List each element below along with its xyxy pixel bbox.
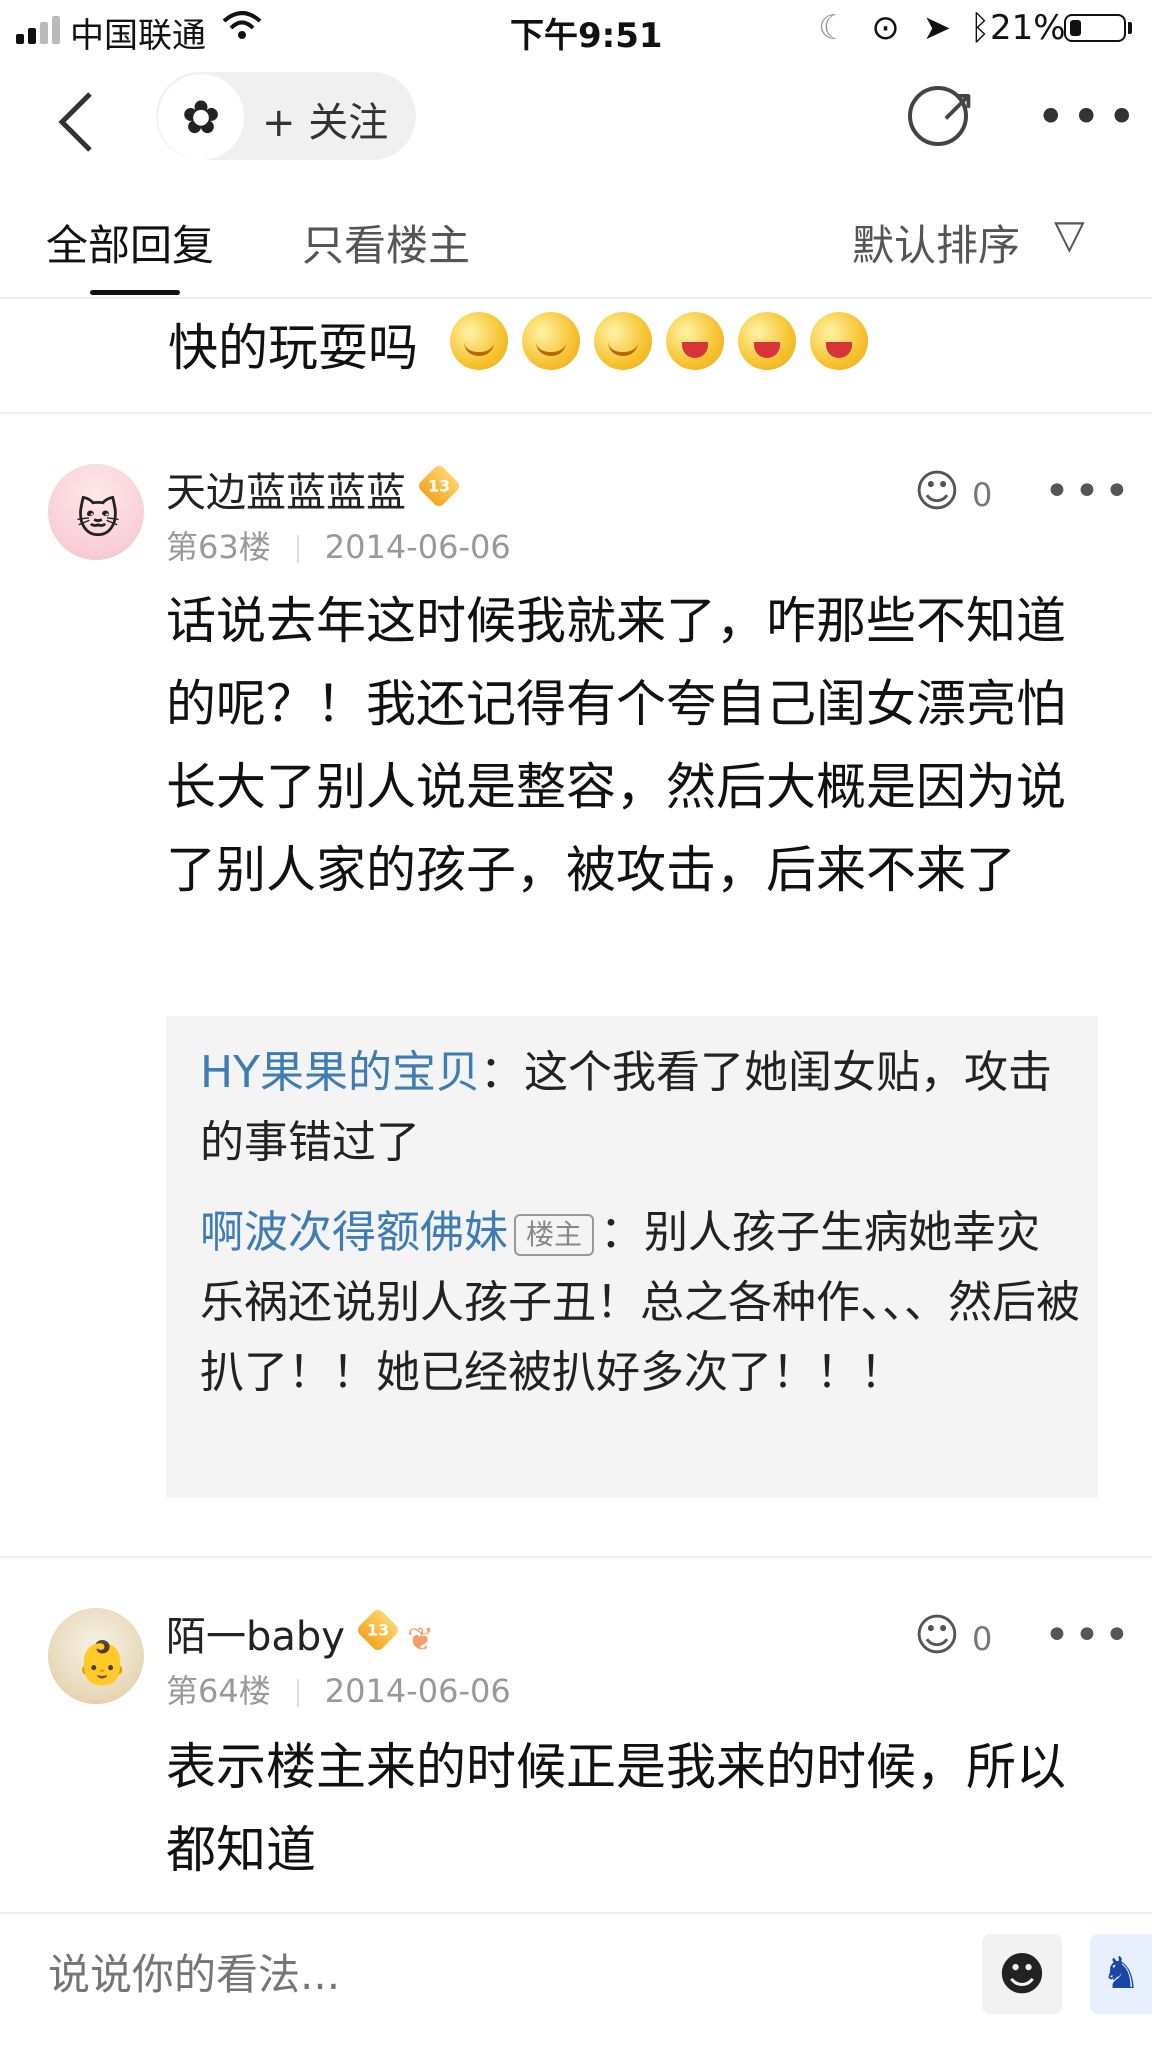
sub-reply[interactable]: 啊波次得额佛妹 楼主 ：别人孩子生病她幸灾乐祸还说别人孩子丑！总之各种作、、、然后被…	[200, 1198, 1080, 1408]
sticker-cartoon-icon[interactable]: ♞	[1090, 1934, 1152, 2014]
username[interactable]: 天边蓝蓝蓝蓝	[166, 470, 406, 516]
wifi-icon	[222, 10, 262, 50]
status-bar: 中国联通 下午9:51 ☾ ⊙ ➤ ᛒ 21%	[0, 0, 1152, 58]
share-icon: ↗	[938, 78, 977, 132]
post-header: 陌一baby 13 ❦	[166, 1604, 434, 1662]
chevron-left-icon	[58, 92, 92, 152]
post-content: 话说去年这时候我就来了，咋那些不知道的呢？！我还记得有个夸自己闺女漂亮怕长大了别…	[166, 592, 1066, 899]
avatar[interactable]: 🐱	[48, 464, 144, 560]
forum-avatar[interactable]: ✿	[158, 74, 244, 160]
smile-emoji-icon	[594, 312, 652, 370]
like-icon[interactable]: ☺	[914, 466, 960, 517]
like-count: 0	[972, 1620, 993, 1658]
bluetooth-icon: ᛒ	[969, 8, 991, 48]
post-meta: 第64楼 2014-06-06	[166, 1666, 511, 1712]
filter-icon[interactable]: ▽	[1054, 212, 1085, 258]
floor-number: 第63楼	[166, 528, 271, 566]
level-badge: 13	[355, 1607, 401, 1653]
sub-reply-user[interactable]: 啊波次得额佛妹	[200, 1207, 508, 1258]
sub-reply-user[interactable]: HY果果的宝贝	[200, 1047, 480, 1098]
sub-reply[interactable]: HY果果的宝贝：这个我看了她闺女贴，攻击的事错过了	[200, 1038, 1080, 1178]
carrier-label: 中国联通	[70, 16, 206, 56]
sort-dropdown[interactable]: 默认排序	[852, 212, 1020, 273]
laugh-emoji-icon	[738, 312, 796, 370]
post-more-button[interactable]: •••	[1044, 1610, 1134, 1661]
tab-active-indicator	[90, 290, 180, 295]
back-button[interactable]	[56, 90, 96, 165]
comment-input[interactable]	[48, 1950, 948, 1999]
laugh-emoji-icon	[666, 312, 724, 370]
floor-number: 第64楼	[166, 1672, 271, 1710]
emoji-row	[450, 312, 882, 374]
post-header: 天边蓝蓝蓝蓝 13	[166, 460, 462, 518]
battery-percent: 21%	[990, 8, 1066, 48]
post-date: 2014-06-06	[324, 528, 511, 566]
tab-owner-only[interactable]: 只看楼主	[302, 212, 470, 273]
battery-tip	[1128, 22, 1132, 34]
more-button[interactable]: •••	[1036, 88, 1142, 146]
post-meta: 第63楼 2014-06-06	[166, 522, 511, 568]
signal-icon	[16, 16, 66, 44]
clock: 下午9:51	[510, 16, 663, 56]
sticker-meme-icon[interactable]: ☻	[982, 1934, 1062, 2014]
follow-button[interactable]: + 关注	[262, 90, 388, 148]
sub-reply-separator: ：	[479, 1047, 524, 1098]
status-icons: ☾ ⊙ ➤ ᛒ	[818, 8, 990, 48]
laugh-emoji-icon	[810, 312, 868, 370]
location-icon: ➤	[922, 8, 952, 48]
lung-badge-icon: ❦	[407, 1620, 434, 1658]
tab-all-replies[interactable]: 全部回复	[46, 212, 214, 273]
smile-emoji-icon	[522, 312, 580, 370]
like-icon[interactable]: ☺	[914, 1610, 960, 1661]
level-number: 13	[427, 476, 451, 496]
tab-divider	[0, 297, 1152, 299]
owner-tag: 楼主	[514, 1214, 595, 1256]
moon-icon: ☾	[818, 8, 849, 48]
post-separator	[0, 1556, 1152, 1558]
like-count: 0	[972, 476, 993, 514]
orientation-lock-icon: ⊙	[871, 8, 900, 48]
level-badge: 13	[416, 463, 462, 509]
post-more-button[interactable]: •••	[1044, 466, 1134, 517]
post-content: 表示楼主来的时候正是我来的时候，所以都知道	[166, 1738, 1066, 1879]
previous-post-tail: 快的玩耍吗	[168, 319, 418, 377]
post-separator	[0, 412, 1152, 414]
battery-icon	[1064, 14, 1126, 42]
username[interactable]: 陌一baby	[166, 1614, 345, 1660]
level-number: 13	[366, 1620, 390, 1640]
smile-emoji-icon	[450, 312, 508, 370]
bottom-divider	[0, 1912, 1152, 1914]
post-date: 2014-06-06	[324, 1672, 511, 1710]
sub-reply-separator: ：	[600, 1207, 645, 1258]
avatar[interactable]: 👶	[48, 1608, 144, 1704]
